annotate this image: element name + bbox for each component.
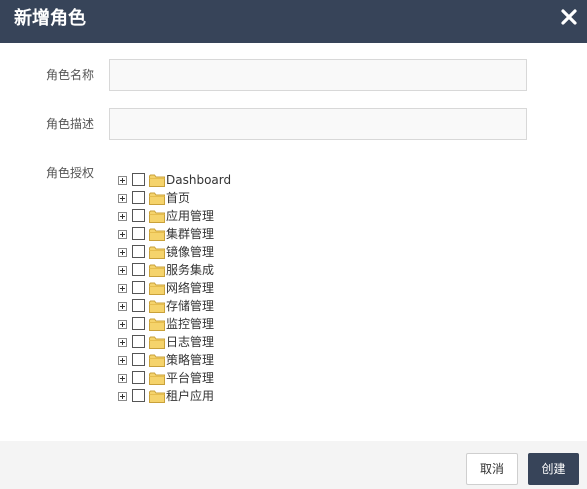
create-button[interactable]: 创建 <box>528 453 579 485</box>
tree-node-label[interactable]: Dashboard <box>166 172 231 188</box>
node-checkbox[interactable] <box>132 209 145 222</box>
expand-icon[interactable] <box>118 194 127 203</box>
cancel-button[interactable]: 取消 <box>466 453 518 485</box>
tree-node-label[interactable]: 网络管理 <box>166 280 214 296</box>
close-icon[interactable] <box>558 6 580 28</box>
tree-node: 首页 <box>117 190 317 208</box>
folder-icon <box>149 282 165 295</box>
tree-node: Dashboard <box>117 172 317 190</box>
tree-node: 镜像管理 <box>117 244 317 262</box>
expand-icon[interactable] <box>118 392 127 401</box>
dialog-title: 新增角色 <box>14 8 86 29</box>
tree-node: 策略管理 <box>117 352 317 370</box>
tree-node-label[interactable]: 应用管理 <box>166 208 214 224</box>
expand-icon[interactable] <box>118 356 127 365</box>
folder-icon <box>149 174 165 187</box>
expand-icon[interactable] <box>118 338 127 347</box>
expand-icon[interactable] <box>118 374 127 383</box>
tree-node: 租户应用 <box>117 388 317 406</box>
node-checkbox[interactable] <box>132 335 145 348</box>
expand-icon[interactable] <box>118 212 127 221</box>
expand-icon[interactable] <box>118 302 127 311</box>
node-checkbox[interactable] <box>132 173 145 186</box>
tree-node: 应用管理 <box>117 208 317 226</box>
node-checkbox[interactable] <box>132 299 145 312</box>
new-role-dialog: 新增角色 角色名称 角色描述 角色授权 Dashboard 首页应用管理集群管理镜… <box>0 0 587 489</box>
role-name-input[interactable] <box>109 59 527 91</box>
folder-icon <box>149 354 165 367</box>
tree-node-label[interactable]: 日志管理 <box>166 334 214 350</box>
tree-node-label[interactable]: 租户应用 <box>166 388 214 404</box>
node-checkbox[interactable] <box>132 245 145 258</box>
folder-icon <box>149 210 165 223</box>
node-checkbox[interactable] <box>132 353 145 366</box>
tree-node-label[interactable]: 镜像管理 <box>166 244 214 260</box>
expand-icon[interactable] <box>118 320 127 329</box>
expand-icon[interactable] <box>118 248 127 257</box>
tree-node: 监控管理 <box>117 316 317 334</box>
tree-node-label[interactable]: 服务集成 <box>166 262 214 278</box>
node-checkbox[interactable] <box>132 389 145 402</box>
folder-icon <box>149 246 165 259</box>
folder-icon <box>149 228 165 241</box>
folder-icon <box>149 336 165 349</box>
expand-icon[interactable] <box>118 284 127 293</box>
node-checkbox[interactable] <box>132 191 145 204</box>
permission-tree: Dashboard 首页应用管理集群管理镜像管理服务集成网络管理存储管理监控管理日… <box>117 172 317 406</box>
role-name-label: 角色名称 <box>46 68 95 82</box>
node-checkbox[interactable] <box>132 263 145 276</box>
dialog-footer: 取消 创建 <box>0 441 587 489</box>
tree-node: 日志管理 <box>117 334 317 352</box>
tree-node: 平台管理 <box>117 370 317 388</box>
tree-node-label[interactable]: 策略管理 <box>166 352 214 368</box>
folder-icon <box>149 318 165 331</box>
tree-node-label[interactable]: 首页 <box>166 190 190 206</box>
tree-node: 服务集成 <box>117 262 317 280</box>
folder-icon <box>149 300 165 313</box>
folder-icon <box>149 390 165 403</box>
role-authorization-label: 角色授权 <box>46 166 95 180</box>
folder-icon <box>149 192 165 205</box>
tree-node-label[interactable]: 存储管理 <box>166 298 214 314</box>
tree-node-label[interactable]: 监控管理 <box>166 316 214 332</box>
tree-node-label[interactable]: 平台管理 <box>166 370 214 386</box>
tree-node-label[interactable]: 集群管理 <box>166 226 214 242</box>
tree-node: 集群管理 <box>117 226 317 244</box>
node-checkbox[interactable] <box>132 371 145 384</box>
node-checkbox[interactable] <box>132 227 145 240</box>
role-description-label: 角色描述 <box>46 117 95 131</box>
node-checkbox[interactable] <box>132 317 145 330</box>
expand-icon[interactable] <box>118 266 127 275</box>
expand-icon[interactable] <box>118 230 127 239</box>
folder-icon <box>149 264 165 277</box>
node-checkbox[interactable] <box>132 281 145 294</box>
folder-icon <box>149 372 165 385</box>
dialog-header: 新增角色 <box>0 0 587 43</box>
role-description-input[interactable] <box>109 108 527 140</box>
expand-icon[interactable] <box>118 176 127 185</box>
tree-node: 网络管理 <box>117 280 317 298</box>
tree-node: 存储管理 <box>117 298 317 316</box>
